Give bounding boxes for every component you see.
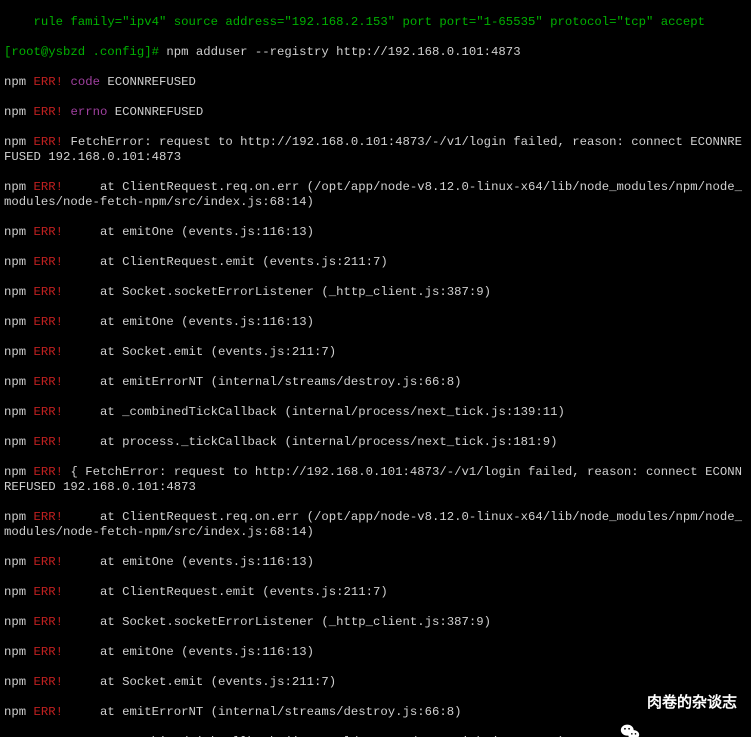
output-line: npm ERR! at emitOne (events.js:116:13)	[4, 555, 747, 570]
output-line: npm ERR! at Socket.socketErrorListener (…	[4, 285, 747, 300]
output-line: npm ERR! at _combinedTickCallback (inter…	[4, 405, 747, 420]
output-line: npm ERR! FetchError: request to http://1…	[4, 135, 747, 165]
output-line: npm ERR! at Socket.emit (events.js:211:7…	[4, 345, 747, 360]
output-line: npm ERR! at emitOne (events.js:116:13)	[4, 645, 747, 660]
output-line: npm ERR! at emitOne (events.js:116:13)	[4, 225, 747, 240]
output-line: npm ERR! at ClientRequest.req.on.err (/o…	[4, 180, 747, 210]
prompt-line: [root@ysbzd .config]# npm adduser --regi…	[4, 45, 747, 60]
output-line: rule family="ipv4" source address="192.1…	[4, 15, 747, 30]
output-line: npm ERR! at process._tickCallback (inter…	[4, 435, 747, 450]
output-line: npm ERR! at emitErrorNT (internal/stream…	[4, 375, 747, 390]
output-line: npm ERR! errno ECONNREFUSED	[4, 105, 747, 120]
output-line: npm ERR! at Socket.socketErrorListener (…	[4, 615, 747, 630]
output-line: npm ERR! at Socket.emit (events.js:211:7…	[4, 675, 747, 690]
output-line: npm ERR! at ClientRequest.emit (events.j…	[4, 255, 747, 270]
output-line: npm ERR! { FetchError: request to http:/…	[4, 465, 747, 495]
output-line: npm ERR! at emitOne (events.js:116:13)	[4, 315, 747, 330]
output-line: npm ERR! at ClientRequest.emit (events.j…	[4, 585, 747, 600]
output-line: npm ERR! code ECONNREFUSED	[4, 75, 747, 90]
output-line: npm ERR! at emitErrorNT (internal/stream…	[4, 705, 747, 720]
output-line: npm ERR! at ClientRequest.req.on.err (/o…	[4, 510, 747, 540]
terminal[interactable]: rule family="ipv4" source address="192.1…	[0, 0, 751, 737]
